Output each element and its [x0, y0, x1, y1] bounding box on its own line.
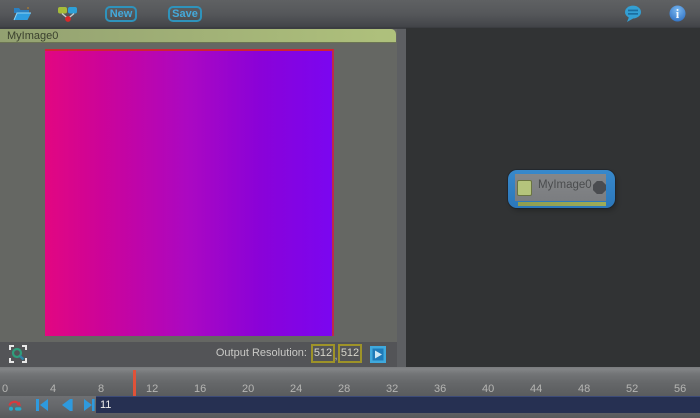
svg-text:i: i [676, 7, 680, 21]
